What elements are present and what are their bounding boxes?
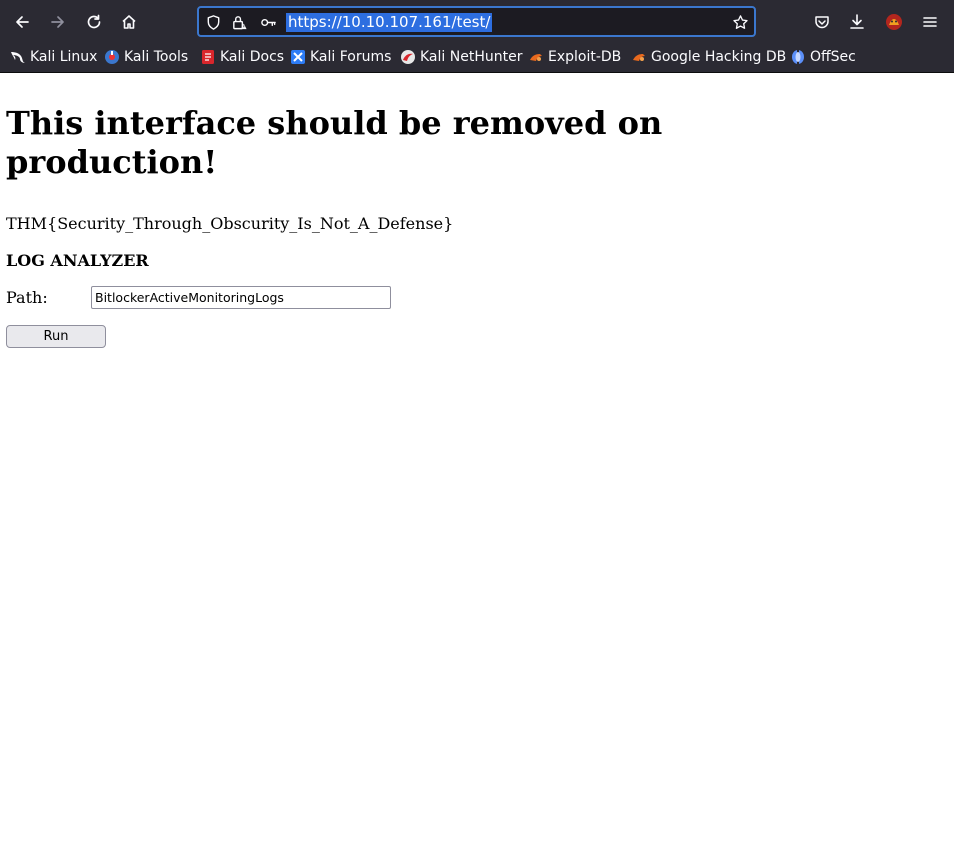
pocket-button[interactable]	[808, 8, 836, 36]
exploit-db-icon	[528, 49, 544, 65]
offsec-icon	[790, 49, 806, 65]
reload-icon	[87, 14, 101, 29]
home-button[interactable]	[115, 8, 143, 36]
downloads-button[interactable]	[843, 8, 871, 36]
browser-chrome: https://10.10.107.161/test/ Kali Linux K…	[0, 0, 954, 73]
path-input[interactable]: BitlockerActiveMonitoringLogs	[91, 286, 391, 309]
exploit-db-icon	[631, 49, 647, 65]
back-arrow-icon	[16, 16, 29, 28]
url-bar[interactable]: https://10.10.107.161/test/	[197, 6, 756, 37]
menu-button[interactable]	[916, 8, 944, 36]
kali-nethunter-icon	[400, 49, 416, 65]
reload-button[interactable]	[80, 8, 108, 36]
run-button[interactable]: Run	[6, 325, 106, 348]
bookmark-kali-tools[interactable]: Kali Tools	[104, 45, 188, 69]
key-icon[interactable]	[259, 13, 277, 31]
bookmark-kali-nethunter[interactable]: Kali NetHunter	[400, 45, 522, 69]
kali-forums-icon	[290, 49, 306, 65]
section-heading: LOG ANALYZER	[6, 251, 149, 270]
lock-warning-icon[interactable]	[230, 13, 248, 31]
download-icon	[850, 14, 864, 29]
navigation-toolbar: https://10.10.107.161/test/	[0, 0, 954, 42]
pocket-icon	[815, 16, 829, 29]
hamburger-menu-icon	[923, 17, 937, 27]
bookmarks-toolbar: Kali Linux Kali Tools Kali Docs Kali For…	[0, 45, 954, 69]
bookmark-offsec[interactable]: OffSec	[790, 45, 856, 69]
extension-button[interactable]	[880, 8, 908, 36]
bookmark-star-icon[interactable]	[731, 13, 749, 31]
url-text[interactable]: https://10.10.107.161/test/	[286, 13, 493, 32]
kali-tools-icon	[104, 49, 120, 65]
back-button[interactable]	[8, 8, 36, 36]
kali-docs-icon	[200, 49, 216, 65]
kali-dragon-icon	[10, 49, 26, 65]
path-label: Path:	[6, 288, 48, 307]
shield-icon[interactable]	[204, 13, 222, 31]
extension-avatar-icon	[886, 14, 902, 30]
bookmark-kali-linux[interactable]: Kali Linux	[10, 45, 97, 69]
forward-button[interactable]	[44, 8, 72, 36]
bookmark-google-hacking-db[interactable]: Google Hacking DB	[631, 45, 786, 69]
home-icon	[122, 15, 136, 29]
bookmark-kali-docs[interactable]: Kali Docs	[200, 45, 284, 69]
forward-arrow-icon	[51, 16, 64, 28]
flag-text: THM{Security_Through_Obscurity_Is_Not_A_…	[6, 214, 454, 233]
bookmark-exploit-db[interactable]: Exploit-DB	[528, 45, 621, 69]
page-content: This interface should be removed on prod…	[0, 74, 954, 844]
bookmark-kali-forums[interactable]: Kali Forums	[290, 45, 391, 69]
page-title: This interface should be removed on prod…	[6, 104, 663, 181]
